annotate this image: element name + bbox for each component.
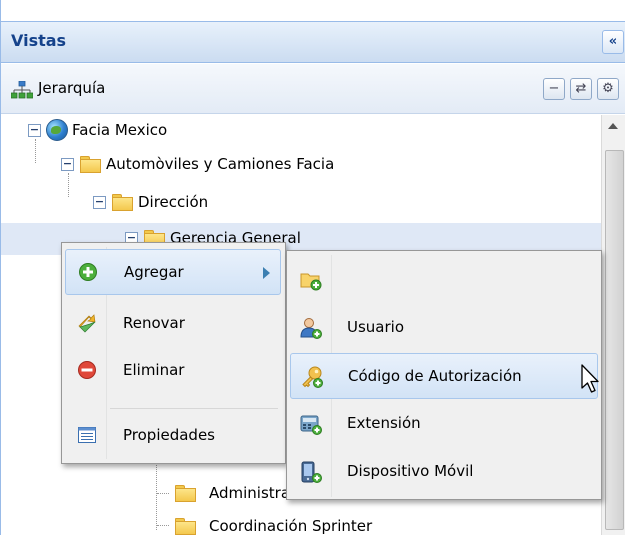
folder-icon xyxy=(80,156,101,173)
submenu-item-label: Código de Autorización xyxy=(348,367,522,385)
properties-icon xyxy=(78,427,96,443)
add-icon xyxy=(79,263,97,281)
collapse-toggle-icon[interactable]: − xyxy=(61,158,74,171)
panel-title: Vistas xyxy=(11,31,67,50)
mobile-device-icon xyxy=(301,461,322,483)
tree-node-coordinacion-sprinter[interactable]: Coordinación Sprinter xyxy=(1,511,601,535)
user-icon xyxy=(300,318,322,339)
folder-icon xyxy=(112,194,133,211)
menu-item-label: Propiedades xyxy=(123,426,215,444)
key-icon xyxy=(302,366,323,388)
add-folder-icon xyxy=(300,273,322,291)
submenu-item-add-folder[interactable] xyxy=(290,257,598,303)
submenu-agregar: Usuario Código de Autorización Extensión xyxy=(286,250,602,500)
menu-item-propiedades[interactable]: Propiedades xyxy=(65,413,281,459)
collapse-all-button[interactable]: − xyxy=(543,78,565,100)
submenu-item-dispositivo-movil[interactable]: Dispositivo Móvil xyxy=(290,449,598,495)
tree-node-direccion[interactable]: − Dirección xyxy=(1,187,601,219)
menu-separator xyxy=(110,408,278,409)
submenu-item-usuario[interactable]: Usuario xyxy=(290,305,598,351)
tree-node-label: Dirección xyxy=(138,193,209,211)
tree-node-label: Facia Mexico xyxy=(72,121,168,139)
context-menu: Agregar Renovar Eliminar Propiedades xyxy=(61,242,286,464)
renew-icon xyxy=(78,314,96,333)
refresh-button[interactable]: ⇄ xyxy=(570,78,592,100)
folder-icon xyxy=(175,485,196,502)
submenu-item-extension[interactable]: Extensión xyxy=(290,401,598,447)
panel-header: Vistas « xyxy=(1,21,625,63)
delete-icon xyxy=(78,361,96,379)
tree-node-label: Automòviles y Camiones Facia xyxy=(106,155,335,173)
globe-icon xyxy=(46,119,68,141)
phone-extension-icon xyxy=(300,415,322,435)
scrollbar-thumb[interactable] xyxy=(605,150,624,530)
tree-node-facia-mexico[interactable]: − Facia Mexico xyxy=(1,115,601,147)
collapse-toggle-icon[interactable]: − xyxy=(93,196,106,209)
tree-node-label: Coordinación Sprinter xyxy=(209,517,373,535)
submenu-arrow-icon xyxy=(263,267,270,279)
hierarchy-toolbar: Jerarquía − ⇄ ⚙ xyxy=(1,64,625,114)
mouse-cursor-icon xyxy=(581,364,599,393)
submenu-item-label: Dispositivo Móvil xyxy=(347,462,474,480)
submenu-item-label: Usuario xyxy=(347,318,405,336)
collapse-toggle-icon[interactable]: − xyxy=(28,124,41,137)
settings-button[interactable]: ⚙ xyxy=(597,78,619,100)
menu-item-label: Renovar xyxy=(123,314,185,332)
submenu-item-codigo-autorizacion[interactable]: Código de Autorización xyxy=(290,353,598,399)
hierarchy-title: Jerarquía xyxy=(38,79,106,97)
tree-node-automoviles[interactable]: − Automòviles y Camiones Facia xyxy=(1,149,601,181)
menu-item-renovar[interactable]: Renovar xyxy=(65,301,281,347)
menu-item-label: Agregar xyxy=(124,263,184,281)
folder-icon xyxy=(175,518,196,535)
scroll-up-arrow-icon[interactable] xyxy=(608,123,618,129)
menu-item-agregar[interactable]: Agregar xyxy=(65,249,281,295)
hierarchy-icon xyxy=(11,81,33,99)
menu-item-label: Eliminar xyxy=(123,361,185,379)
tree-scrollbar[interactable] xyxy=(601,115,625,535)
collapse-panel-button[interactable]: « xyxy=(602,30,624,54)
menu-item-eliminar[interactable]: Eliminar xyxy=(65,348,281,394)
submenu-item-label: Extensión xyxy=(347,414,421,432)
